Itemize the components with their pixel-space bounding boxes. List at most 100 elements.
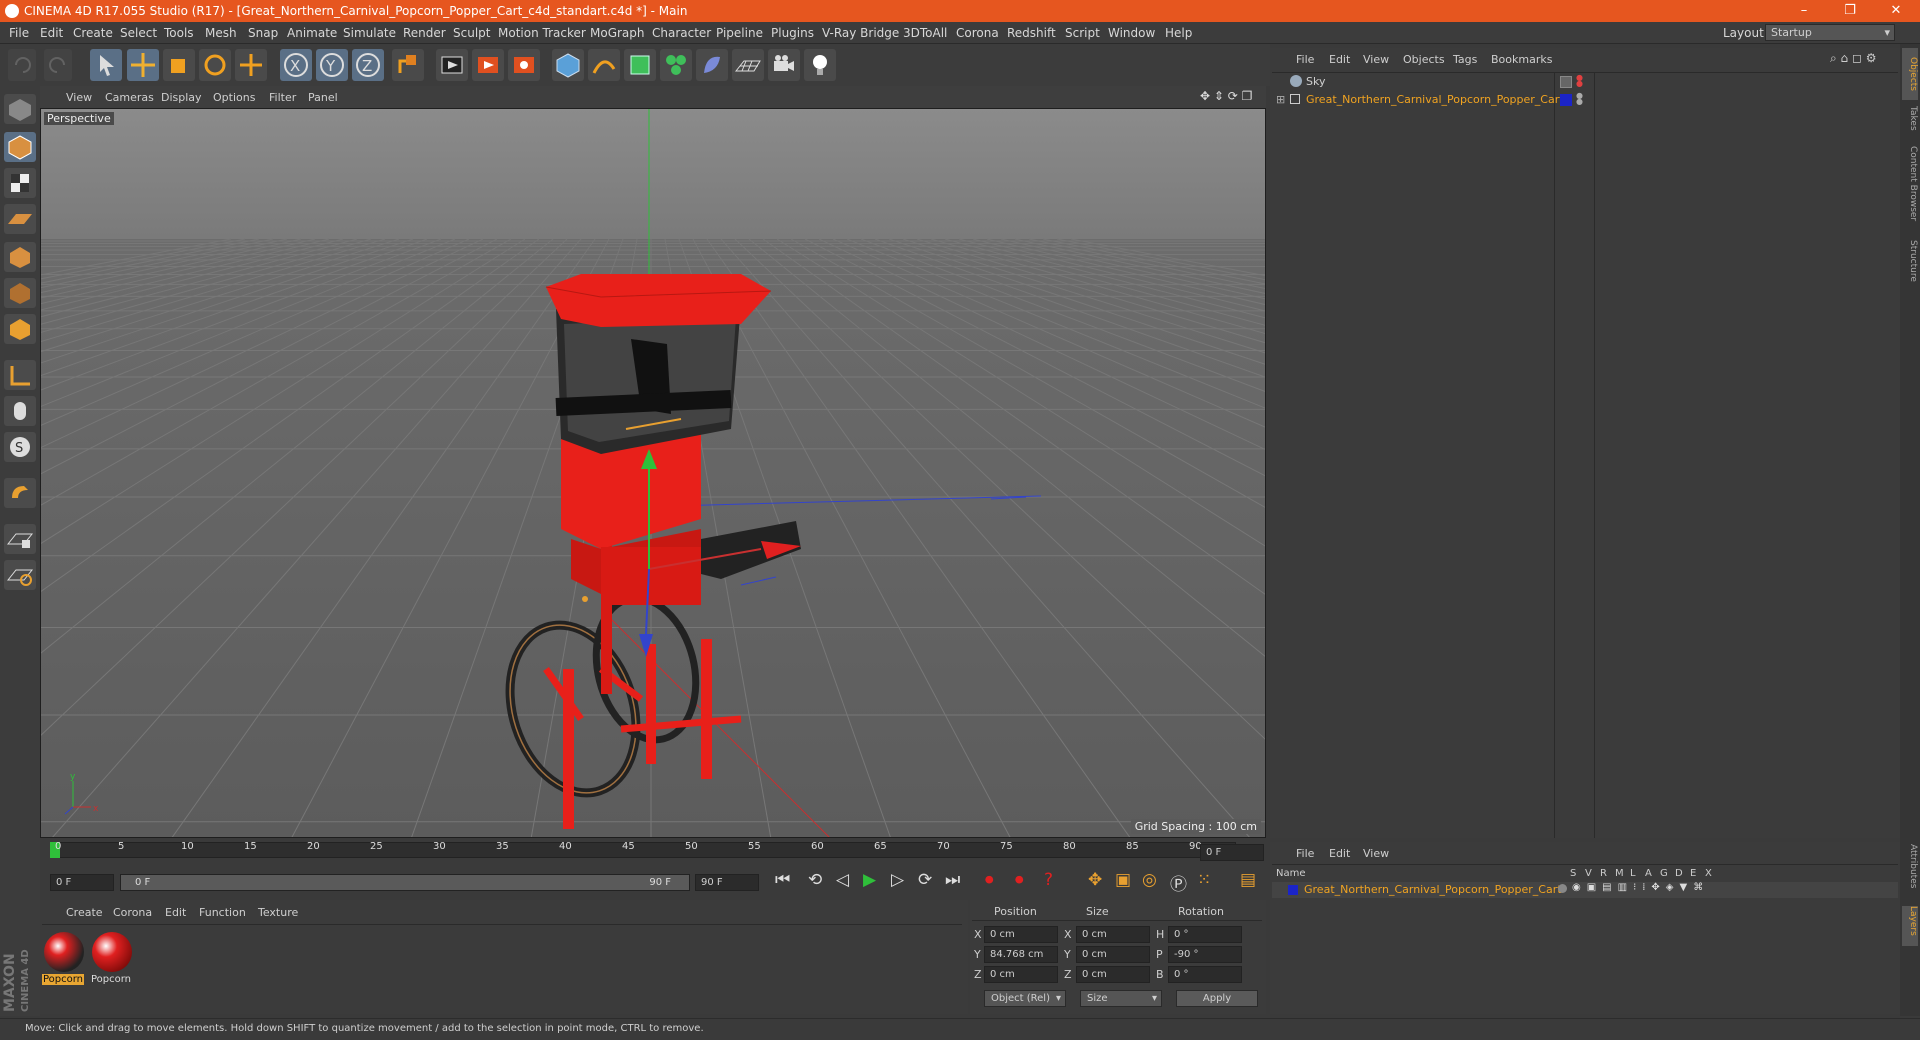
menu-file[interactable]: File [9, 26, 29, 40]
restore-button[interactable]: ❐ [1827, 0, 1873, 22]
menu-simulate[interactable]: Simulate [343, 26, 396, 40]
tab-takes[interactable]: Takes [1902, 106, 1918, 140]
subdivision-surface-button[interactable] [624, 49, 656, 81]
move-tool-button[interactable] [127, 49, 159, 81]
object-menu-tags[interactable]: Tags [1453, 53, 1477, 66]
layer-column-header[interactable]: A [1645, 868, 1652, 879]
make-editable-button[interactable] [4, 94, 36, 124]
rotate-tool-button[interactable] [199, 49, 231, 81]
timeline-ruler[interactable]: 0 5 10 15 20 25 30 35 40 45 50 55 60 65 70 75 80 85 90 0 F [40, 840, 1266, 864]
start-frame-field[interactable]: 0 F [50, 874, 114, 891]
object-menu-objects[interactable]: Objects [1403, 53, 1445, 66]
x-axis-lock-button[interactable]: X [280, 49, 312, 81]
layer-column-header[interactable]: X [1705, 868, 1712, 879]
key-scale-button[interactable]: ▣ [1115, 870, 1131, 890]
live-selection-button[interactable] [90, 49, 122, 81]
menu-mograph[interactable]: MoGraph [590, 26, 645, 40]
menu-3dtoall[interactable]: 3DToAll [903, 26, 947, 40]
tab-objects[interactable]: Objects [1902, 48, 1918, 100]
render-picture-viewer-button[interactable] [472, 49, 504, 81]
solo-toggle[interactable] [1558, 884, 1567, 893]
planar-workplane-button[interactable] [4, 560, 36, 590]
layer-column-header[interactable]: V [1585, 868, 1592, 879]
layout-dropdown[interactable]: Startup ▾ [1765, 24, 1895, 41]
viewport-menu-view[interactable]: View [66, 91, 92, 104]
close-button[interactable]: ✕ [1873, 0, 1919, 22]
menu-script[interactable]: Script [1065, 26, 1100, 40]
layer-column-header[interactable]: G [1660, 868, 1668, 879]
menu-tools[interactable]: Tools [164, 26, 194, 40]
object-menu-bookmarks[interactable]: Bookmarks [1491, 53, 1552, 66]
snapping-button[interactable] [4, 478, 36, 508]
menu-select[interactable]: Select [120, 26, 157, 40]
material-menu-function[interactable]: Function [199, 906, 246, 919]
scale-tool-button[interactable] [163, 49, 195, 81]
floor-button[interactable] [732, 49, 764, 81]
undo-button[interactable] [8, 49, 36, 81]
perspective-viewport[interactable]: y x Perspective Grid Spacing : 100 cm [40, 108, 1266, 838]
step-back-button[interactable]: ◁ [836, 870, 849, 890]
tab-layers[interactable]: Layers [1902, 906, 1918, 946]
material-menu-texture[interactable]: Texture [258, 906, 298, 919]
coordinate-system-button[interactable] [392, 49, 424, 81]
pen-spline-button[interactable] [588, 49, 620, 81]
layer-menu-file[interactable]: File [1296, 847, 1314, 860]
previous-keyframe-button[interactable]: ⟲ [808, 870, 822, 890]
go-to-start-button[interactable]: ⏮ [775, 870, 790, 890]
apply-button[interactable]: Apply [1176, 990, 1258, 1007]
y-axis-lock-button[interactable]: Y [316, 49, 348, 81]
size-z-field[interactable]: 0 cm [1076, 966, 1150, 983]
position-x-field[interactable]: 0 cm [984, 926, 1058, 943]
tweak-mode-button[interactable] [4, 396, 36, 426]
menu-corona[interactable]: Corona [956, 26, 999, 40]
menu-motion-tracker[interactable]: Motion Tracker [498, 26, 586, 40]
polygons-mode-button[interactable] [4, 314, 36, 344]
menu-edit[interactable]: Edit [40, 26, 63, 40]
minimize-button[interactable]: – [1781, 0, 1827, 22]
workplane-mode-button[interactable] [4, 204, 36, 234]
key-pla-button[interactable]: ⁙ [1197, 870, 1211, 890]
layer-column-header[interactable]: E [1690, 868, 1696, 879]
menu-snap[interactable]: Snap [248, 26, 278, 40]
render-dots-icon[interactable]: ● ● [1576, 74, 1583, 88]
timeline-window-button[interactable]: ▤ [1240, 870, 1256, 890]
object-menu-file[interactable]: File [1296, 53, 1314, 66]
autokey-button[interactable]: ⏺ [1015, 870, 1024, 890]
viewport-menu-display[interactable]: Display [161, 91, 202, 104]
menu-vray-bridge[interactable]: V-Ray Bridge [822, 26, 899, 40]
material-swatch[interactable]: Popcorn [42, 930, 86, 985]
key-position-button[interactable]: ✥ [1088, 870, 1102, 890]
menu-character[interactable]: Character [652, 26, 711, 40]
layer-column-header[interactable]: D [1675, 868, 1683, 879]
position-y-field[interactable]: 84.768 cm [984, 946, 1058, 963]
expand-icon[interactable]: ⊞ [1276, 93, 1285, 106]
axis-mode-button[interactable] [4, 360, 36, 390]
light-button[interactable] [804, 49, 836, 81]
size-x-field[interactable]: 0 cm [1076, 926, 1150, 943]
tab-structure[interactable]: Structure [1902, 240, 1918, 292]
workplane-lock-button[interactable] [4, 524, 36, 554]
model-mode-button[interactable] [4, 132, 36, 162]
object-menu-edit[interactable]: Edit [1329, 53, 1350, 66]
redo-button[interactable] [44, 49, 72, 81]
layer-flag-icons[interactable]: ◉▣▤▥⁝⁞✥◈▼⌘ [1572, 882, 1709, 893]
menu-render[interactable]: Render [403, 26, 446, 40]
menu-window[interactable]: Window [1108, 26, 1155, 40]
tab-content-browser[interactable]: Content Browser [1902, 146, 1918, 234]
tab-attributes[interactable]: Attributes [1902, 844, 1918, 896]
menu-redshift[interactable]: Redshift [1007, 26, 1056, 40]
transform-tool-button[interactable] [235, 49, 267, 81]
range-slider[interactable]: 0 F 90 F [120, 874, 690, 891]
points-mode-button[interactable] [4, 242, 36, 272]
menu-animate[interactable]: Animate [287, 26, 337, 40]
material-menu-corona[interactable]: Corona [113, 906, 152, 919]
size-mode-dropdown[interactable]: Size ▾ [1080, 990, 1162, 1007]
viewport-navigation-icons[interactable]: ✥ ⇕ ⟳ ❐ [1200, 89, 1252, 103]
render-settings-button[interactable] [508, 49, 540, 81]
rotation-p-field[interactable]: -90 ° [1168, 946, 1242, 963]
menu-create[interactable]: Create [73, 26, 113, 40]
layer-color-swatch[interactable] [1288, 885, 1298, 895]
z-axis-lock-button[interactable]: Z [352, 49, 384, 81]
record-active-button[interactable]: ⏺ [985, 870, 994, 890]
coordinate-mode-dropdown[interactable]: Object (Rel) ▾ [984, 990, 1066, 1007]
